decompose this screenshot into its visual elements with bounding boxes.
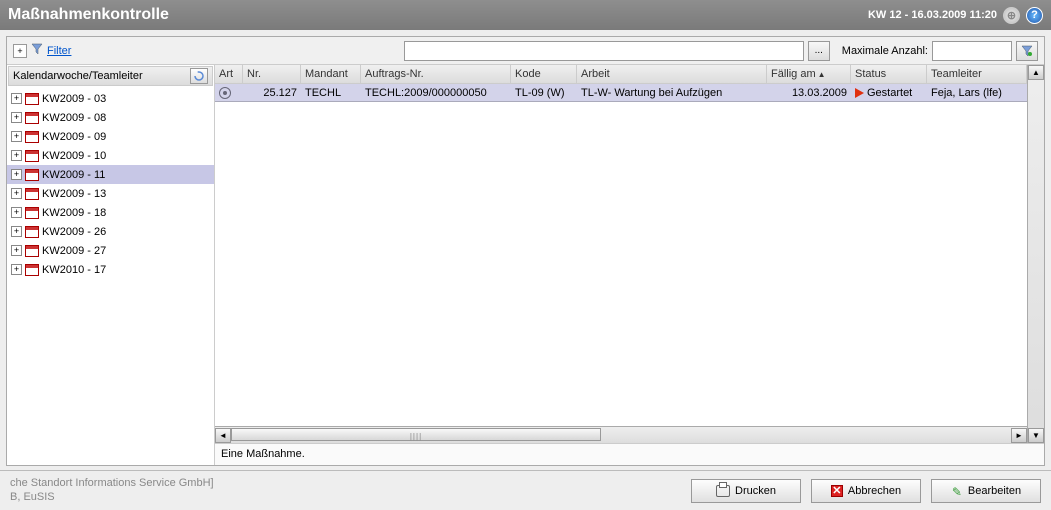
expand-icon[interactable]: +	[11, 207, 22, 218]
cell-auftrag: TECHL:2009/000000050	[361, 87, 511, 99]
calendar-icon	[25, 169, 39, 181]
funnel-icon	[31, 43, 43, 58]
calendar-week-tree[interactable]: + KW2009 - 03 + KW2009 - 08 + KW2009 - 09 + KW2…	[7, 87, 214, 465]
tree-item[interactable]: + KW2009 - 26	[7, 222, 214, 241]
tree-item-label: KW2009 - 03	[42, 93, 106, 105]
col-nr[interactable]: Nr.	[243, 65, 301, 83]
calendar-icon	[25, 150, 39, 162]
col-arbeit[interactable]: Arbeit	[577, 65, 767, 83]
cell-mandant: TECHL	[301, 87, 361, 99]
cell-kode: TL-09 (W)	[511, 87, 577, 99]
horizontal-scrollbar[interactable]: ◄ |||| ►	[215, 426, 1027, 443]
tree-item[interactable]: + KW2010 - 17	[7, 260, 214, 279]
calendar-icon	[25, 112, 39, 124]
help-icon[interactable]: ?	[1026, 7, 1043, 24]
tree-item-label: KW2009 - 08	[42, 112, 106, 124]
col-auftrag[interactable]: Auftrags-Nr.	[361, 65, 511, 83]
edit-icon	[951, 485, 963, 497]
expand-icon[interactable]: +	[11, 226, 22, 237]
status-bar: Eine Maßnahme.	[215, 443, 1044, 465]
filter-link[interactable]: Filter	[47, 45, 71, 57]
col-kode[interactable]: Kode	[511, 65, 577, 83]
expand-filter-button[interactable]: +	[13, 44, 27, 58]
tree-item[interactable]: + KW2009 - 10	[7, 146, 214, 165]
col-mandant[interactable]: Mandant	[301, 65, 361, 83]
grid-header-row: Art Nr. Mandant Auftrags-Nr. Kode Arbeit…	[215, 65, 1027, 84]
expand-icon[interactable]: +	[11, 112, 22, 123]
calendar-icon	[25, 207, 39, 219]
cell-arbeit: TL-W- Wartung bei Aufzügen	[577, 87, 767, 99]
cancel-icon: ✕	[831, 485, 843, 497]
tree-item[interactable]: + KW2009 - 27	[7, 241, 214, 260]
print-button[interactable]: Drucken	[691, 479, 801, 503]
footer-info: che Standort Informations Service GmbH] …	[10, 477, 214, 503]
vertical-scrollbar[interactable]: ▲ ▼	[1027, 65, 1044, 443]
tree-item-label: KW2009 - 09	[42, 131, 106, 143]
cell-faellig: 13.03.2009	[767, 87, 851, 99]
scroll-right-button[interactable]: ►	[1011, 428, 1027, 443]
cell-status: Gestartet	[851, 87, 927, 99]
cell-teamleiter: Feja, Lars (lfe)	[927, 87, 1027, 99]
col-art[interactable]: Art	[215, 65, 243, 83]
tree-item[interactable]: + KW2009 - 11	[7, 165, 214, 184]
filter-input[interactable]	[404, 41, 804, 61]
scroll-up-button[interactable]: ▲	[1028, 65, 1044, 80]
play-icon	[855, 88, 864, 98]
calendar-icon	[25, 245, 39, 257]
grid-body[interactable]: 25.127TECHLTECHL:2009/000000050TL-09 (W)…	[215, 84, 1027, 426]
expand-icon[interactable]: +	[11, 150, 22, 161]
calendar-icon	[25, 226, 39, 238]
expand-icon[interactable]: +	[11, 93, 22, 104]
tree-item-label: KW2010 - 17	[42, 264, 106, 276]
edit-button[interactable]: Bearbeiten	[931, 479, 1041, 503]
expand-icon[interactable]: +	[11, 264, 22, 275]
apply-filter-button[interactable]	[1016, 41, 1038, 61]
calendar-icon	[25, 264, 39, 276]
tree-item-label: KW2009 - 18	[42, 207, 106, 219]
tree-item[interactable]: + KW2009 - 03	[7, 89, 214, 108]
col-teamleiter[interactable]: Teamleiter	[927, 65, 1027, 83]
calendar-icon	[25, 188, 39, 200]
table-row[interactable]: 25.127TECHLTECHL:2009/000000050TL-09 (W)…	[215, 84, 1027, 102]
calendar-icon	[25, 131, 39, 143]
gear-icon	[219, 87, 231, 99]
tree-item[interactable]: + KW2009 - 13	[7, 184, 214, 203]
calendar-icon	[25, 93, 39, 105]
globe-icon[interactable]: ⊕	[1003, 7, 1020, 24]
print-icon	[716, 485, 730, 497]
max-count-input[interactable]	[932, 41, 1012, 61]
expand-icon[interactable]: +	[11, 188, 22, 199]
tree-item-label: KW2009 - 26	[42, 226, 106, 238]
tree-header: Kalendarwoche/Teamleiter	[13, 70, 190, 82]
tree-item[interactable]: + KW2009 - 09	[7, 127, 214, 146]
page-title: Maßnahmenkontrolle	[8, 6, 868, 24]
expand-icon[interactable]: +	[11, 245, 22, 256]
header-datetime: KW 12 - 16.03.2009 11:20	[868, 9, 997, 21]
tree-item-label: KW2009 - 11	[42, 169, 105, 181]
filter-browse-button[interactable]: ...	[808, 41, 830, 61]
tree-item-label: KW2009 - 10	[42, 150, 106, 162]
col-status[interactable]: Status	[851, 65, 927, 83]
cell-nr: 25.127	[243, 87, 301, 99]
col-faellig[interactable]: Fällig am▲	[767, 65, 851, 83]
tree-refresh-button[interactable]	[190, 68, 208, 84]
expand-icon[interactable]: +	[11, 131, 22, 142]
tree-item[interactable]: + KW2009 - 08	[7, 108, 214, 127]
scroll-down-button[interactable]: ▼	[1028, 428, 1044, 443]
cancel-button[interactable]: ✕ Abbrechen	[811, 479, 921, 503]
tree-item-label: KW2009 - 27	[42, 245, 106, 257]
tree-item[interactable]: + KW2009 - 18	[7, 203, 214, 222]
scroll-left-button[interactable]: ◄	[215, 428, 231, 443]
expand-icon[interactable]: +	[11, 169, 22, 180]
tree-item-label: KW2009 - 13	[42, 188, 106, 200]
sort-asc-icon: ▲	[818, 70, 826, 79]
max-count-label: Maximale Anzahl:	[842, 45, 928, 57]
